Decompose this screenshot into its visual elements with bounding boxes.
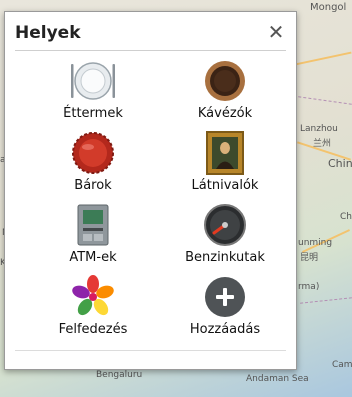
add-icon	[205, 277, 245, 317]
map-border	[300, 297, 352, 304]
painting-icon	[206, 131, 244, 175]
place-item-restaurants[interactable]: Éttermek	[23, 58, 163, 126]
atm-icon	[77, 204, 109, 246]
place-label: Hozzáadás	[189, 322, 261, 337]
map-label: Cam	[332, 360, 352, 370]
place-item-gas-stations[interactable]: Benzinkutak	[155, 202, 295, 270]
place-item-atms[interactable]: ATM-ek	[23, 202, 163, 270]
place-item-bars[interactable]: Bárok	[23, 130, 163, 198]
place-item-cafes[interactable]: Kávézók	[155, 58, 295, 126]
map-label: 兰州	[313, 139, 332, 149]
map-label: rma)	[298, 282, 320, 292]
map-border	[298, 96, 352, 105]
place-label: Látnivalók	[191, 178, 259, 193]
title-divider	[15, 50, 286, 51]
map-label: 昆明	[300, 253, 319, 263]
fuel-gauge-icon	[204, 204, 246, 246]
map-label: Bengaluru	[96, 370, 143, 380]
close-icon[interactable]: ✕	[266, 22, 286, 42]
place-item-explore[interactable]: Felfedezés	[23, 274, 163, 342]
map-road	[290, 51, 352, 67]
place-label: ATM-ek	[69, 250, 117, 265]
place-item-attractions[interactable]: Látnivalók	[155, 130, 295, 198]
places-dialog: Helyek ✕ Éttermek Kávézók Bárok Látnival…	[4, 11, 297, 370]
place-label: Bárok	[74, 178, 112, 193]
place-label: Éttermek	[63, 106, 123, 121]
map-label: unming	[298, 238, 333, 248]
place-item-add[interactable]: Hozzáadás	[155, 274, 295, 342]
footer-divider	[15, 350, 286, 351]
coffee-cup-icon	[205, 61, 245, 101]
place-label: Benzinkutak	[185, 250, 265, 265]
map-label: Mongol	[310, 2, 347, 13]
dialog-title: Helyek	[15, 23, 81, 43]
map-label: Chin	[328, 157, 352, 170]
map-label: Ch	[340, 212, 352, 222]
plate-icon	[71, 62, 115, 100]
place-label: Kávézók	[197, 106, 253, 121]
bottle-cap-icon	[72, 132, 114, 174]
pinwheel-icon	[72, 275, 114, 316]
place-label: Felfedezés	[58, 322, 128, 337]
map-label: Lanzhou	[300, 124, 338, 134]
map-label: Andaman Sea	[246, 374, 309, 384]
